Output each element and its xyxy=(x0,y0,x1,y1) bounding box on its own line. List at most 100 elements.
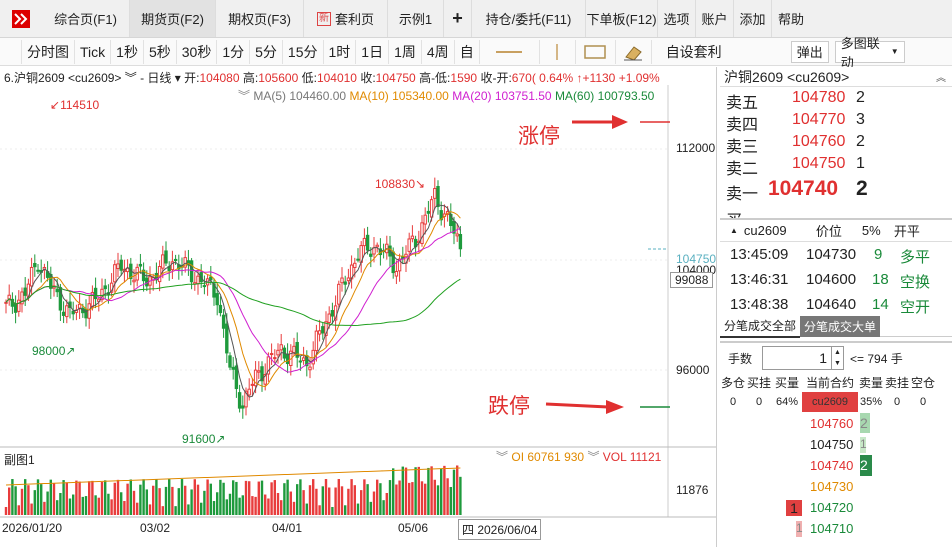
stepper-down-icon[interactable]: ▼ xyxy=(832,358,843,369)
period-1m[interactable]: 1分 xyxy=(217,39,251,64)
high-annotation-value: 114510 xyxy=(60,98,100,112)
candle-body xyxy=(327,313,331,323)
candle-body xyxy=(458,234,463,250)
candles-group xyxy=(4,177,463,419)
chart-pane[interactable]: 6.沪铜2609 <cu2609> ︾ - 日线 ▾ 开:104080 高:10… xyxy=(0,67,717,547)
period-1h[interactable]: 1时 xyxy=(324,39,357,64)
quantity-stepper[interactable]: ▲ ▼ xyxy=(832,346,845,370)
period-tick[interactable]: Tick xyxy=(75,39,112,64)
tab-large-trades[interactable]: 分笔成交大单 xyxy=(800,316,881,337)
volume-bar xyxy=(49,479,52,515)
price-label-112000: 112000 xyxy=(676,141,716,155)
menu-options[interactable]: 选项 xyxy=(658,0,696,37)
period-15m[interactable]: 15分 xyxy=(283,39,324,64)
candle-body xyxy=(356,258,360,261)
period-timeline[interactable]: 分时图 xyxy=(22,39,75,64)
period-5s[interactable]: 5秒 xyxy=(144,39,177,64)
candle-body xyxy=(247,388,251,396)
volume-bar xyxy=(379,483,382,515)
ladder-row[interactable]: 104740 2 xyxy=(720,455,952,476)
trades-header: ▲ cu2609 价位 5% 开平 xyxy=(720,220,952,242)
ask-row[interactable]: 卖三 104760 2 xyxy=(720,131,952,156)
ask-row[interactable]: 卖四 104770 3 xyxy=(720,109,952,134)
ask-row[interactable]: 卖五 104780 2 xyxy=(720,87,952,112)
volume-bar xyxy=(206,479,209,515)
period-1w[interactable]: 1周 xyxy=(389,39,422,64)
menu-account[interactable]: 账户 xyxy=(696,0,734,37)
candle-body xyxy=(423,214,427,225)
rect-tool[interactable] xyxy=(576,39,616,64)
add-tab-button[interactable]: + xyxy=(444,0,472,37)
volume-bar xyxy=(219,479,222,515)
subchart-toggle-icon-2[interactable]: ︾ xyxy=(587,450,599,464)
tab-positions[interactable]: 持仓/委托(F11) xyxy=(472,0,586,37)
ask-row-best[interactable]: 卖一 104740 2 xyxy=(720,175,952,203)
volume-bar xyxy=(382,500,385,515)
ladder-row[interactable]: 104760 2 xyxy=(720,413,952,434)
period-5m[interactable]: 5分 xyxy=(250,39,283,64)
candlestick-chart[interactable] xyxy=(0,67,716,547)
volume-bar xyxy=(372,491,376,515)
line-style-tool[interactable] xyxy=(540,39,576,64)
ask-row[interactable]: 卖二 104750 1 xyxy=(720,153,952,178)
quantity-input[interactable]: 1 xyxy=(762,346,833,370)
ma60-label: MA(60) 100793.50 xyxy=(554,89,655,103)
menu-add[interactable]: 添加 xyxy=(734,0,772,37)
period-1d[interactable]: 1日 xyxy=(356,39,390,64)
volume-bar xyxy=(350,479,353,515)
volume-bar xyxy=(260,480,264,515)
stepper-up-icon[interactable]: ▲ xyxy=(832,347,843,358)
volume-bar xyxy=(430,466,433,515)
volume-bar xyxy=(136,502,139,515)
ladder-sell-bar: 1 xyxy=(860,437,867,453)
tab-arbitrage[interactable]: 新套利页 xyxy=(304,0,388,37)
candle-body xyxy=(321,326,325,334)
volume-bar xyxy=(116,479,120,515)
tab-overview[interactable]: 综合页(F1) xyxy=(42,0,130,37)
candle-body xyxy=(61,311,66,316)
line-tool[interactable] xyxy=(480,39,540,64)
candle-body xyxy=(273,357,277,360)
ladder-row[interactable]: 104730 xyxy=(720,476,952,497)
price-ladder[interactable]: 104760 2 104750 1 104740 2 104730 1 104720 1… xyxy=(720,413,952,539)
eraser-tool[interactable] xyxy=(616,39,652,64)
tab-order-board[interactable]: 下单板(F12) xyxy=(586,0,658,37)
tab-all-trades[interactable]: 分笔成交全部 xyxy=(720,315,801,338)
candle-body xyxy=(103,285,107,290)
collapse-icon[interactable]: ︽ xyxy=(936,69,946,84)
volume-axis-label: 11876 xyxy=(676,483,709,497)
ladder-row[interactable]: 1 104720 xyxy=(720,497,952,518)
candle-body xyxy=(314,330,319,352)
volume-bar xyxy=(171,486,174,515)
volume-bar xyxy=(334,487,337,515)
period-custom[interactable]: 自 xyxy=(455,39,480,64)
volume-bar xyxy=(174,506,177,515)
custom-arbitrage[interactable]: 自设套利 xyxy=(652,40,727,64)
val-contract[interactable]: cu2609 xyxy=(802,392,858,412)
menu-help[interactable]: 帮助 xyxy=(772,0,810,37)
period-4w[interactable]: 4周 xyxy=(422,39,455,64)
tab-options[interactable]: 期权页(F3) xyxy=(216,0,304,37)
volume-bar xyxy=(289,491,292,515)
subchart-toggle-icon[interactable]: ︾ xyxy=(496,450,508,464)
candle-body xyxy=(330,310,335,317)
ask-price-best: 104740 xyxy=(768,177,839,200)
period-30s[interactable]: 30秒 xyxy=(177,39,218,64)
ladder-sell-bar: 2 xyxy=(860,413,870,433)
popup-button[interactable]: 弹出 xyxy=(790,40,829,63)
candle-body xyxy=(138,263,143,267)
period-1s[interactable]: 1秒 xyxy=(111,39,144,64)
volume-bar xyxy=(331,506,334,515)
ladder-row[interactable]: 104750 1 xyxy=(720,434,952,455)
col-contract: 当前合约 xyxy=(805,375,854,390)
caret-up-icon[interactable]: ▲ xyxy=(730,226,738,235)
limit-down-marker xyxy=(545,400,670,414)
col-sell-vol: 卖量 xyxy=(858,375,883,390)
ladder-row[interactable]: 1 104710 xyxy=(720,518,952,539)
ma-toggle-icon[interactable]: ︾ xyxy=(238,89,250,103)
tab-example1[interactable]: 示例1 xyxy=(388,0,444,37)
volume-bar xyxy=(187,504,190,515)
multi-link-dropdown[interactable]: 多图联动 ▼ xyxy=(834,36,905,70)
tab-futures[interactable]: 期货页(F2) xyxy=(130,0,216,37)
candle-body xyxy=(215,293,219,306)
